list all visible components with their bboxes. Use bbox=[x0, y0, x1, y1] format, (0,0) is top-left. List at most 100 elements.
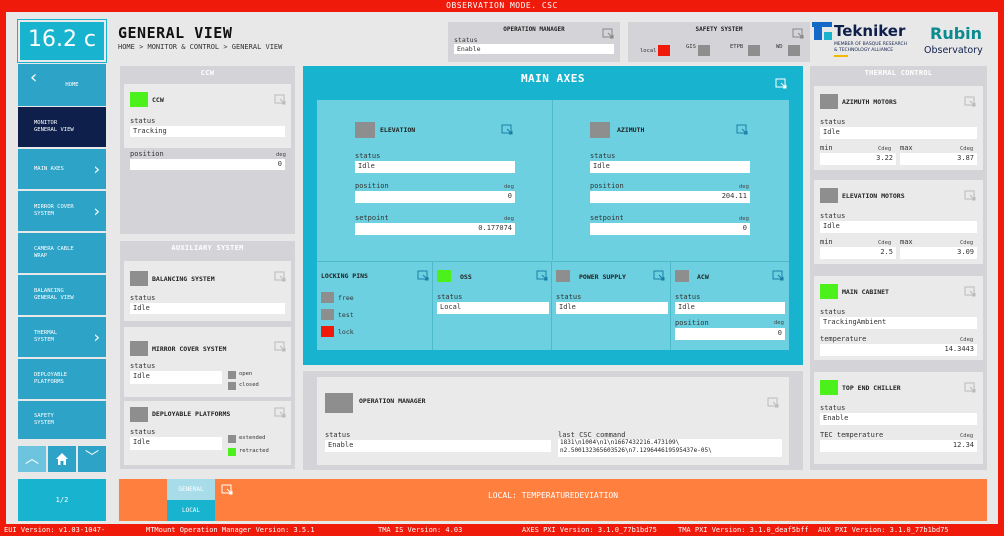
open-detail-icon[interactable] bbox=[964, 190, 976, 202]
deploy-extended-label: extended bbox=[239, 435, 266, 441]
deploy-status-label: status bbox=[130, 428, 156, 436]
elevation-position-unit: deg bbox=[504, 184, 514, 190]
om-last-command-label: last CSC command bbox=[558, 431, 626, 439]
open-detail-icon[interactable] bbox=[602, 28, 614, 40]
mirror-status-value: Idle bbox=[130, 371, 222, 384]
power-supply-card: POWER SUPPLY status Idle bbox=[553, 262, 671, 350]
main-axes-title: MAIN AXES bbox=[520, 72, 586, 85]
scroll-up-button[interactable]: ︿ bbox=[18, 446, 46, 472]
ccw-position-unit: deg bbox=[276, 152, 286, 158]
sidebar-item-balancing[interactable]: BALANCING GENERAL VIEW bbox=[18, 275, 106, 315]
scroll-down-button[interactable]: ﹀ bbox=[78, 446, 106, 472]
tab-local[interactable]: LOCAL bbox=[167, 500, 215, 521]
az-motors-status-label: status bbox=[820, 118, 846, 126]
chevron-left-icon: ‹ bbox=[30, 67, 38, 88]
safety-local-label: local bbox=[640, 48, 657, 54]
page-indicator[interactable]: 1/2 bbox=[18, 479, 106, 521]
sidebar-item-label: HOME bbox=[65, 81, 79, 88]
open-detail-icon[interactable] bbox=[274, 94, 286, 106]
power-status-value: Idle bbox=[556, 302, 668, 314]
open-detail-icon[interactable] bbox=[274, 407, 286, 419]
azimuth-setpoint-unit: deg bbox=[739, 216, 749, 222]
az-motors-indicator bbox=[820, 94, 838, 109]
sidebar-item-deployable[interactable]: DEPLOYABLE PLATFORMS bbox=[18, 359, 106, 399]
sidebar-item-home[interactable]: ‹ HOME bbox=[18, 64, 106, 106]
open-detail-icon[interactable] bbox=[653, 270, 665, 282]
sidebar-item-monitor[interactable]: MONITOR GENERAL VIEW bbox=[18, 107, 106, 147]
cabinet-temp-label: temperature bbox=[820, 335, 867, 343]
tab-general[interactable]: GENERAL bbox=[167, 479, 215, 500]
mirror-indicator bbox=[130, 341, 148, 356]
sidebar-item-thermal[interactable]: THERMAL SYSTEM › bbox=[18, 317, 106, 357]
open-detail-icon[interactable] bbox=[964, 382, 976, 394]
az-motors-max-unit: Cdeg bbox=[960, 146, 974, 152]
safety-wd-label: WD bbox=[776, 44, 783, 50]
safety-title: SAFETY SYSTEM bbox=[695, 26, 743, 33]
lock-free-label: free bbox=[338, 294, 354, 302]
cabinet-temp-unit: Cdeg bbox=[960, 337, 974, 343]
az-motors-min-label: min bbox=[820, 144, 833, 152]
cabinet-indicator bbox=[820, 284, 838, 299]
sidebar-item-camera-cable[interactable]: CAMERA CABLE WRAP bbox=[18, 233, 106, 273]
lock-free-indicator bbox=[321, 292, 334, 303]
open-detail-icon[interactable] bbox=[536, 270, 548, 282]
aux-panel-title: AUXILIARY SYSTEM bbox=[120, 241, 295, 255]
open-detail-icon[interactable] bbox=[775, 78, 787, 90]
el-motors-indicator bbox=[820, 188, 838, 203]
elevation-setpoint-unit: deg bbox=[504, 216, 514, 222]
open-detail-icon[interactable] bbox=[274, 341, 286, 353]
auxiliary-panel: AUXILIARY SYSTEM BALANCING SYSTEM status… bbox=[120, 241, 295, 469]
open-detail-icon[interactable] bbox=[767, 397, 779, 409]
elevation-position-label: position bbox=[355, 182, 389, 190]
open-detail-icon[interactable] bbox=[274, 271, 286, 283]
home-button[interactable] bbox=[48, 446, 76, 472]
el-motors-max-label: max bbox=[900, 238, 913, 246]
safety-local-indicator bbox=[658, 45, 670, 56]
azimuth-position-unit: deg bbox=[739, 184, 749, 190]
oss-status-label: status bbox=[437, 293, 463, 301]
open-detail-icon[interactable] bbox=[772, 270, 784, 282]
balancing-card: BALANCING SYSTEM status Idle bbox=[124, 261, 291, 321]
sidebar-item-mirror-cover[interactable]: MIRROR COVER SYSTEM › bbox=[18, 191, 106, 231]
az-motors-title: AZIMUTH MOTORS bbox=[842, 98, 897, 106]
el-motors-status-value: Idle bbox=[820, 221, 977, 233]
open-detail-icon[interactable] bbox=[792, 28, 804, 40]
open-detail-icon[interactable] bbox=[501, 124, 513, 136]
open-detail-icon[interactable] bbox=[221, 484, 233, 496]
ccw-card: CCW status Tracking bbox=[124, 84, 291, 148]
chiller-status-label: status bbox=[820, 404, 846, 412]
footer-axes-version: AXES PXI Version: 3.1.0_77b1bd75 bbox=[522, 526, 657, 534]
footer-tma-version: TMA PXI Version: 3.1.0_deaf5bff bbox=[678, 526, 809, 534]
acw-position-unit: deg bbox=[774, 320, 784, 326]
sidebar-item-safety[interactable]: SAFETY SYSTEM bbox=[18, 401, 106, 439]
power-status-label: status bbox=[556, 293, 582, 301]
open-detail-icon[interactable] bbox=[964, 96, 976, 108]
chevron-down-icon: ﹀ bbox=[85, 450, 99, 466]
sidebar-item-main-axes[interactable]: MAIN AXES › bbox=[18, 149, 106, 189]
chevron-up-icon: ︿ bbox=[25, 451, 39, 467]
safety-gis-indicator bbox=[698, 45, 710, 56]
el-motors-status-label: status bbox=[820, 212, 846, 220]
open-detail-icon[interactable] bbox=[736, 124, 748, 136]
main-axes-panel: MAIN AXES ELEVATION status Idle position… bbox=[303, 66, 803, 365]
top-end-chiller-card: TOP END CHILLER status Enable TEC temper… bbox=[814, 372, 983, 464]
deploy-extended-indicator bbox=[228, 435, 236, 443]
az-motors-min-value: 3.22 bbox=[820, 153, 896, 165]
azimuth-motors-card: AZIMUTH MOTORS status Idle min Cdeg 3.22… bbox=[814, 86, 983, 170]
balancing-status-value: Idle bbox=[130, 303, 285, 314]
elevation-setpoint-value: 0.177074 bbox=[355, 223, 515, 235]
elevation-card: ELEVATION status Idle position deg 0 set… bbox=[317, 100, 553, 260]
azimuth-indicator bbox=[590, 122, 610, 138]
open-detail-icon[interactable] bbox=[417, 270, 429, 282]
deploy-status-value: Idle bbox=[130, 437, 222, 450]
mirror-open-label: open bbox=[239, 371, 253, 377]
open-detail-icon[interactable] bbox=[964, 286, 976, 298]
breadcrumb[interactable]: HOME > MONITOR & CONTROL > GENERAL VIEW bbox=[118, 43, 282, 51]
temperature-display: 16.2 c bbox=[17, 19, 107, 63]
footer-aux-version: AUX PXI Version: 3.1.0_77b1bd75 bbox=[818, 526, 949, 534]
ccw-status-value: Tracking bbox=[130, 126, 285, 137]
mirror-closed-label: closed bbox=[239, 382, 259, 388]
mirror-status-label: status bbox=[130, 362, 156, 370]
el-motors-max-unit: Cdeg bbox=[960, 240, 974, 246]
ccw-indicator bbox=[130, 92, 148, 107]
